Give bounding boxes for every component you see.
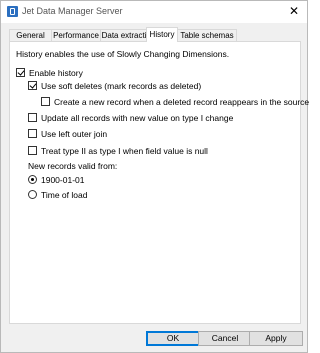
new-record-reappear-label[interactable]: Create a new record when a deleted recor… xyxy=(54,97,309,107)
valid-from-1900-label[interactable]: 1900-01-01 xyxy=(41,175,84,185)
history-panel: History enables the use of Slowly Changi… xyxy=(9,41,309,324)
valid-from-1900-radio[interactable] xyxy=(28,175,37,184)
dialog-window: Jet Data Manager Server ✕ General Perfor… xyxy=(0,0,309,353)
close-icon[interactable]: ✕ xyxy=(289,4,299,18)
history-description: History enables the use of Slowly Changi… xyxy=(16,49,230,59)
update-all-records-checkbox[interactable] xyxy=(28,113,37,122)
valid-from-heading: New records valid from: xyxy=(28,161,118,171)
title-bar[interactable]: Jet Data Manager Server ✕ xyxy=(1,1,307,23)
soft-deletes-label[interactable]: Use soft deletes (mark records as delete… xyxy=(41,81,201,91)
update-all-records-label[interactable]: Update all records with new value on typ… xyxy=(41,113,233,123)
soft-deletes-checkbox[interactable] xyxy=(28,81,37,90)
app-icon xyxy=(7,6,18,17)
window-title: Jet Data Manager Server xyxy=(22,6,123,16)
left-outer-join-label[interactable]: Use left outer join xyxy=(41,129,107,139)
new-record-reappear-checkbox[interactable] xyxy=(41,97,50,106)
treat-type2-null-checkbox[interactable] xyxy=(28,146,37,155)
valid-from-time-of-load-radio[interactable] xyxy=(28,190,37,199)
valid-from-time-of-load-label[interactable]: Time of load xyxy=(41,190,87,200)
enable-history-label[interactable]: Enable history xyxy=(29,68,83,78)
enable-history-checkbox[interactable] xyxy=(16,68,25,77)
ok-button[interactable]: OK xyxy=(146,331,200,346)
left-outer-join-checkbox[interactable] xyxy=(28,129,37,138)
cancel-button[interactable]: Cancel xyxy=(198,331,252,346)
apply-button[interactable]: Apply xyxy=(249,331,303,346)
treat-type2-null-label[interactable]: Treat type II as type I when field value… xyxy=(41,146,208,156)
tab-history[interactable]: History xyxy=(146,27,178,42)
